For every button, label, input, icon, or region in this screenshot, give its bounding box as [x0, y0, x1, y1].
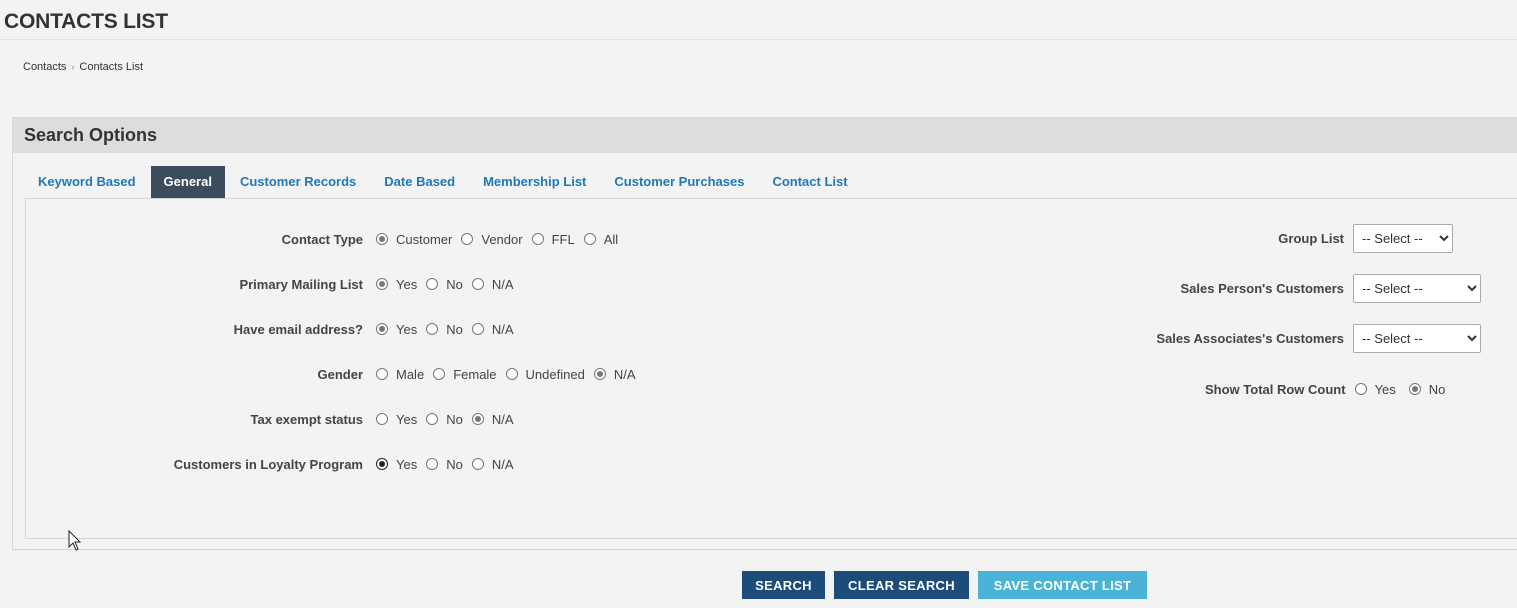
sales-person-row: Sales Person's Customers -- Select -- [1180, 274, 1481, 303]
primary-mailing-list-label: Primary Mailing List [239, 276, 363, 292]
breadcrumb-contacts-list: Contacts List [79, 61, 144, 73]
gender-row: Gender Male Female Undefined N/A [26, 364, 645, 384]
radio-na[interactable] [593, 368, 606, 380]
clear-search-button[interactable]: CLEAR SEARCH [834, 571, 969, 599]
sales-associates-label: Sales Associates's Customers [1156, 331, 1344, 346]
tax-exempt-no-option[interactable]: No [426, 412, 463, 427]
tab-contact-list[interactable]: Contact List [759, 166, 860, 198]
radio-no[interactable] [426, 413, 439, 425]
radio-undefined[interactable] [505, 368, 518, 380]
sales-person-label: Sales Person's Customers [1180, 281, 1345, 296]
mouse-pointer-icon [68, 530, 82, 551]
have-email-label: Have email address? [233, 321, 363, 337]
gender-male-option[interactable]: Male [376, 367, 424, 382]
radio-yes[interactable] [376, 413, 388, 425]
title-divider [0, 39, 1517, 40]
show-total-row-count-label: Show Total Row Count [1205, 381, 1346, 397]
tax-exempt-yes-option[interactable]: Yes [376, 412, 417, 427]
have-email-row: Have email address? Yes No N/A [26, 319, 523, 339]
radio-na[interactable] [471, 413, 484, 425]
radio-yes[interactable] [1354, 383, 1367, 395]
radio-yes[interactable] [376, 458, 388, 470]
loyalty-yes-option[interactable]: Yes [376, 457, 417, 472]
loyalty-program-row: Customers in Loyalty Program Yes No N/A [26, 454, 523, 474]
contact-type-all-option[interactable]: All [583, 232, 618, 247]
radio-customer[interactable] [376, 233, 388, 245]
tab-date-based[interactable]: Date Based [371, 166, 468, 198]
contact-type-label: Contact Type [281, 231, 363, 247]
radio-na[interactable] [471, 458, 484, 470]
group-list-row: Group List -- Select -- [1278, 224, 1453, 253]
radio-no[interactable] [426, 458, 439, 470]
radio-yes[interactable] [376, 278, 388, 290]
tab-customer-records[interactable]: Customer Records [227, 166, 369, 198]
search-tabs: Keyword Based General Customer Records D… [25, 166, 863, 199]
show-total-yes-option[interactable]: Yes [1354, 382, 1396, 397]
radio-na[interactable] [471, 323, 484, 335]
radio-no[interactable] [426, 323, 439, 335]
radio-female[interactable] [433, 368, 446, 380]
loyalty-no-option[interactable]: No [426, 457, 463, 472]
group-list-select[interactable]: -- Select -- [1353, 224, 1453, 253]
group-list-label: Group List [1278, 231, 1344, 246]
breadcrumb-separator: › [71, 62, 75, 72]
have-email-na-option[interactable]: N/A [471, 322, 514, 337]
sales-associates-select[interactable]: -- Select -- [1353, 324, 1481, 353]
panel-title: Search Options [13, 118, 1517, 153]
gender-undefined-option[interactable]: Undefined [505, 367, 585, 382]
have-email-no-option[interactable]: No [426, 322, 463, 337]
contact-type-ffl-option[interactable]: FFL [531, 232, 575, 247]
gender-label: Gender [317, 366, 363, 382]
contact-type-customer-option[interactable]: Customer [376, 232, 452, 247]
have-email-yes-option[interactable]: Yes [376, 322, 417, 337]
primary-mailing-no-option[interactable]: No [426, 277, 463, 292]
page-title: CONTACTS LIST [4, 10, 168, 33]
tab-general[interactable]: General [150, 166, 225, 198]
radio-ffl[interactable] [531, 233, 544, 245]
search-button[interactable]: SEARCH [742, 571, 825, 599]
contact-type-row: Contact Type Customer Vendor FFL All [26, 229, 627, 249]
tab-keyword-based[interactable]: Keyword Based [25, 166, 149, 198]
general-tab-content: Contact Type Customer Vendor FFL All Pri… [25, 198, 1517, 539]
tax-exempt-row: Tax exempt status Yes No N/A [26, 409, 523, 429]
show-total-no-option[interactable]: No [1408, 382, 1445, 397]
tax-exempt-na-option[interactable]: N/A [471, 412, 514, 427]
radio-yes[interactable] [376, 323, 388, 335]
primary-mailing-na-option[interactable]: N/A [471, 277, 514, 292]
radio-vendor[interactable] [461, 233, 474, 245]
primary-mailing-list-row: Primary Mailing List Yes No N/A [26, 274, 523, 294]
loyalty-program-label: Customers in Loyalty Program [173, 456, 363, 472]
breadcrumb-contacts[interactable]: Contacts [23, 61, 66, 73]
primary-mailing-yes-option[interactable]: Yes [376, 277, 417, 292]
radio-na[interactable] [471, 278, 484, 290]
radio-no[interactable] [426, 278, 439, 290]
gender-female-option[interactable]: Female [433, 367, 497, 382]
sales-person-select[interactable]: -- Select -- [1353, 274, 1481, 303]
radio-no[interactable] [1408, 383, 1421, 395]
radio-male[interactable] [376, 368, 388, 380]
radio-all[interactable] [583, 233, 596, 245]
search-options-panel: Search Options Keyword Based General Cus… [12, 117, 1517, 550]
tab-customer-purchases[interactable]: Customer Purchases [601, 166, 757, 198]
tax-exempt-label: Tax exempt status [250, 411, 363, 427]
contact-type-vendor-option[interactable]: Vendor [461, 232, 523, 247]
gender-na-option[interactable]: N/A [593, 367, 636, 382]
show-total-row-count-row: Show Total Row Count Yes No [1205, 379, 1454, 399]
loyalty-na-option[interactable]: N/A [471, 457, 514, 472]
save-contact-list-button[interactable]: SAVE CONTACT LIST [978, 571, 1147, 599]
sales-associates-row: Sales Associates's Customers -- Select -… [1156, 324, 1481, 353]
breadcrumb: Contacts › Contacts List [23, 61, 143, 73]
tab-membership-list[interactable]: Membership List [470, 166, 599, 198]
